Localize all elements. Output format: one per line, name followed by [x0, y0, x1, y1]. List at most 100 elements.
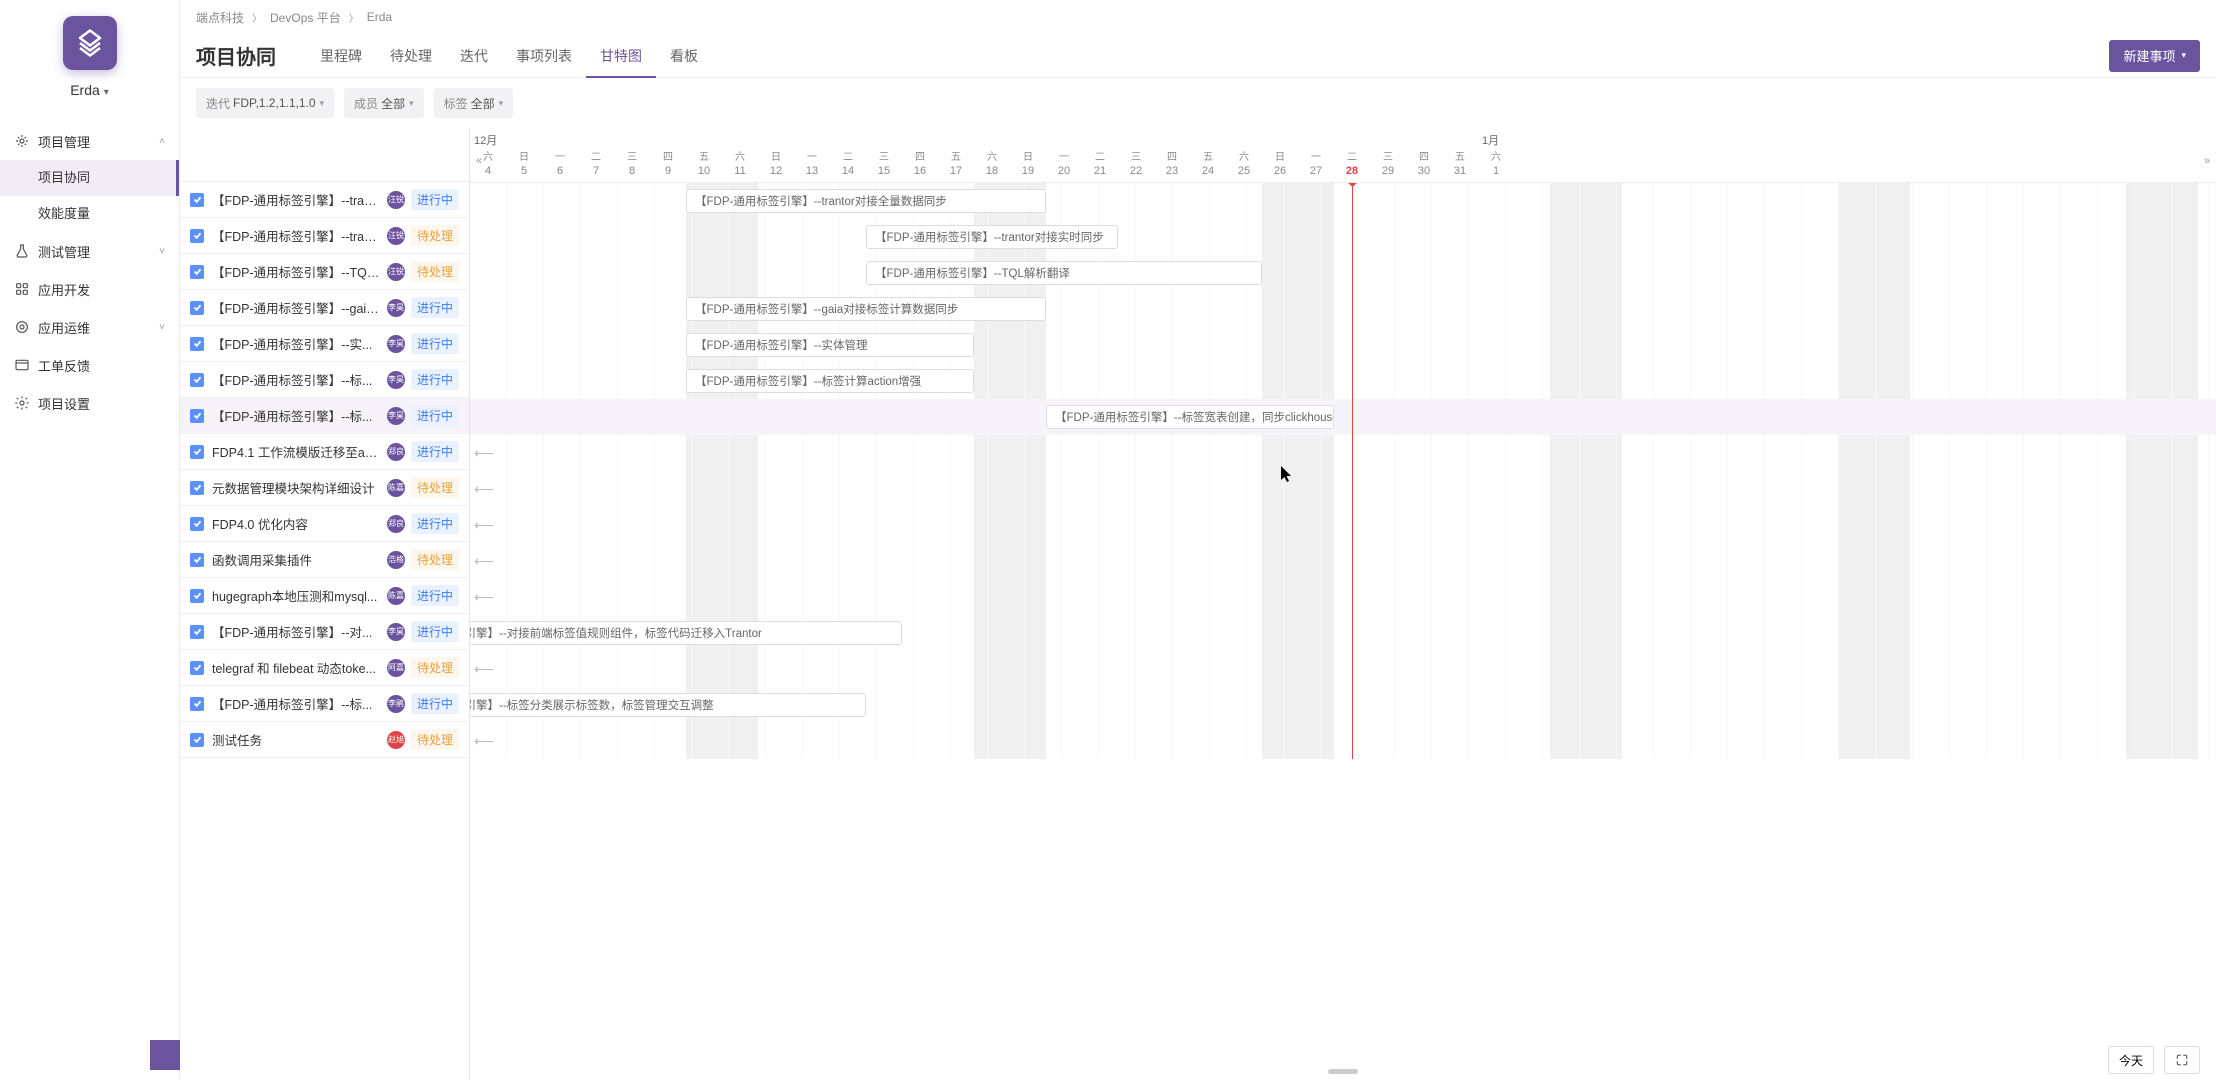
- gantt-bar[interactable]: P-通用标签引擎】--对接前端标签值规则组件，标签代码迁移入Trantor: [470, 621, 902, 645]
- task-row[interactable]: 【FDP-通用标签引擎】--TQL...汪锐待处理: [180, 254, 469, 290]
- checkbox-icon[interactable]: [190, 229, 204, 243]
- task-row[interactable]: 【FDP-通用标签引擎】--实...李昊进行中: [180, 326, 469, 362]
- task-row[interactable]: 【FDP-通用标签引擎】--tran...汪锐进行中: [180, 182, 469, 218]
- avatar[interactable]: 赵旭: [387, 731, 405, 749]
- task-title: 【FDP-通用标签引擎】--实...: [212, 334, 381, 353]
- task-row[interactable]: 函数调用采集插件浩格待处理: [180, 542, 469, 578]
- checkbox-icon[interactable]: [190, 409, 204, 423]
- filter-bar: 迭代FDP,1.2,1.1,1.0▾ 成员全部▾ 标签全部▾: [180, 78, 2216, 128]
- checkbox-icon[interactable]: [190, 589, 204, 603]
- avatar[interactable]: 李昊: [387, 623, 405, 641]
- checkbox-icon[interactable]: [190, 301, 204, 315]
- task-row[interactable]: 【FDP-通用标签引擎】--标...李昊进行中: [180, 362, 469, 398]
- avatar[interactable]: 浩格: [387, 551, 405, 569]
- task-row[interactable]: 【FDP-通用标签引擎】--标...李鹃进行中: [180, 686, 469, 722]
- avatar[interactable]: 郑良: [387, 515, 405, 533]
- checkbox-icon[interactable]: [190, 337, 204, 351]
- checkbox-icon[interactable]: [190, 517, 204, 531]
- checkbox-icon[interactable]: [190, 481, 204, 495]
- nav-group-cube[interactable]: 项目管理˄: [0, 122, 179, 160]
- avatar[interactable]: 李昊: [387, 299, 405, 317]
- checkbox-icon[interactable]: [190, 193, 204, 207]
- day-cell: 一6: [542, 148, 578, 182]
- tab[interactable]: 待处理: [376, 34, 446, 78]
- checkbox-icon[interactable]: [190, 625, 204, 639]
- day-cell: 日5: [506, 148, 542, 182]
- tab[interactable]: 迭代: [446, 34, 502, 78]
- avatar[interactable]: 李鹃: [387, 695, 405, 713]
- filter-迭代[interactable]: 迭代FDP,1.2,1.1,1.0▾: [196, 88, 334, 118]
- avatar[interactable]: 汪锐: [387, 227, 405, 245]
- org-selector[interactable]: Erda▾: [70, 82, 109, 98]
- filter-成员[interactable]: 成员全部▾: [344, 88, 424, 118]
- gantt-bar[interactable]: P-通用标签引擎】--标签分类展示标签数，标签管理交互调整: [470, 693, 866, 717]
- task-row[interactable]: telegraf 和 filebeat 动态toke...阿嘉待处理: [180, 650, 469, 686]
- task-row[interactable]: 【FDP-通用标签引擎】--对...李昊进行中: [180, 614, 469, 650]
- avatar[interactable]: 陈嘉: [387, 479, 405, 497]
- scroll-left-icon[interactable]: «: [472, 154, 486, 168]
- checkbox-icon[interactable]: [190, 265, 204, 279]
- task-row[interactable]: FDP4.0 优化内容郑良进行中: [180, 506, 469, 542]
- task-row[interactable]: 测试任务赵旭待处理: [180, 722, 469, 758]
- task-row[interactable]: FDP4.1 工作流模版迁移至ag...郑良进行中: [180, 434, 469, 470]
- gantt-bar[interactable]: 【FDP-通用标签引擎】--trantor对接实时同步: [866, 225, 1118, 249]
- bar-offscreen-icon[interactable]: ⟵: [474, 589, 494, 606]
- gantt-bar[interactable]: 【FDP-通用标签引擎】--标签宽表创建，同步clickhouse: [1046, 405, 1334, 429]
- day-cell: 日19: [1010, 148, 1046, 182]
- checkbox-icon[interactable]: [190, 373, 204, 387]
- tab[interactable]: 看板: [656, 34, 712, 78]
- bar-offscreen-icon[interactable]: ⟵: [474, 445, 494, 462]
- gantt-bar[interactable]: 【FDP-通用标签引擎】--实体管理: [686, 333, 974, 357]
- checkbox-icon[interactable]: [190, 553, 204, 567]
- bar-offscreen-icon[interactable]: ⟵: [474, 661, 494, 678]
- tab[interactable]: 事项列表: [502, 34, 586, 78]
- gantt-bar[interactable]: 【FDP-通用标签引擎】--标签计算action增强: [686, 369, 974, 393]
- nav-group-gear[interactable]: 项目设置: [0, 384, 179, 422]
- avatar[interactable]: 汪锐: [387, 263, 405, 281]
- fullscreen-button[interactable]: [2164, 1046, 2200, 1074]
- status-badge: 进行中: [411, 441, 459, 462]
- gantt-bar[interactable]: 【FDP-通用标签引擎】--trantor对接全量数据同步: [686, 189, 1046, 213]
- gantt-canvas[interactable]: « » 12月1月 六4日5一6二7三8四9五10六11日12一13二14三15…: [470, 128, 2216, 1080]
- nav-group-flask[interactable]: 测试管理˅: [0, 232, 179, 270]
- checkbox-icon[interactable]: [190, 445, 204, 459]
- task-row[interactable]: 【FDP-通用标签引擎】--标...李昊进行中: [180, 398, 469, 434]
- avatar[interactable]: 李昊: [387, 371, 405, 389]
- gantt-bar[interactable]: 【FDP-通用标签引擎】--TQL解析翻译: [866, 261, 1262, 285]
- scroll-right-icon[interactable]: »: [2200, 154, 2214, 168]
- breadcrumb-link[interactable]: DevOps 平台: [270, 9, 341, 26]
- avatar[interactable]: 李昊: [387, 335, 405, 353]
- breadcrumb-link[interactable]: 端点科技: [196, 9, 244, 26]
- task-row[interactable]: 元数据管理模块架构详细设计陈嘉待处理: [180, 470, 469, 506]
- today-button[interactable]: 今天: [2108, 1046, 2154, 1074]
- avatar[interactable]: 李昊: [387, 407, 405, 425]
- bar-offscreen-icon[interactable]: ⟵: [474, 553, 494, 570]
- task-row[interactable]: 【FDP-通用标签引擎】--gaia...李昊进行中: [180, 290, 469, 326]
- avatar[interactable]: 郑良: [387, 443, 405, 461]
- tab-bar: 项目协同 里程碑待处理迭代事项列表甘特图看板 新建事项▾: [180, 34, 2216, 78]
- filter-标签[interactable]: 标签全部▾: [434, 88, 514, 118]
- nav-group-ops[interactable]: 应用运维˅: [0, 308, 179, 346]
- nav-group-ticket[interactable]: 工单反馈: [0, 346, 179, 384]
- nav-group-app[interactable]: 应用开发: [0, 270, 179, 308]
- checkbox-icon[interactable]: [190, 661, 204, 675]
- avatar[interactable]: 阿嘉: [387, 659, 405, 677]
- gantt-bar[interactable]: 【FDP-通用标签引擎】--gaia对接标签计算数据同步: [686, 297, 1046, 321]
- bar-offscreen-icon[interactable]: ⟵: [474, 517, 494, 534]
- nav-item[interactable]: 项目协同: [0, 160, 179, 196]
- breadcrumb-link[interactable]: Erda: [367, 10, 392, 24]
- tab[interactable]: 甘特图: [586, 34, 656, 78]
- checkbox-icon[interactable]: [190, 733, 204, 747]
- bar-offscreen-icon[interactable]: ⟵: [474, 481, 494, 498]
- tab[interactable]: 里程碑: [306, 34, 376, 78]
- checkbox-icon[interactable]: [190, 697, 204, 711]
- nav-item[interactable]: 效能度量: [0, 196, 179, 232]
- scroll-indicator[interactable]: [1328, 1069, 1358, 1074]
- task-row[interactable]: hugegraph本地压测和mysql...陈嘉进行中: [180, 578, 469, 614]
- bar-offscreen-icon[interactable]: ⟵: [474, 733, 494, 750]
- sidebar-collapse[interactable]: [150, 1040, 180, 1070]
- task-row[interactable]: 【FDP-通用标签引擎】--tran...汪锐待处理: [180, 218, 469, 254]
- new-item-button[interactable]: 新建事项▾: [2109, 40, 2200, 72]
- avatar[interactable]: 陈嘉: [387, 587, 405, 605]
- avatar[interactable]: 汪锐: [387, 191, 405, 209]
